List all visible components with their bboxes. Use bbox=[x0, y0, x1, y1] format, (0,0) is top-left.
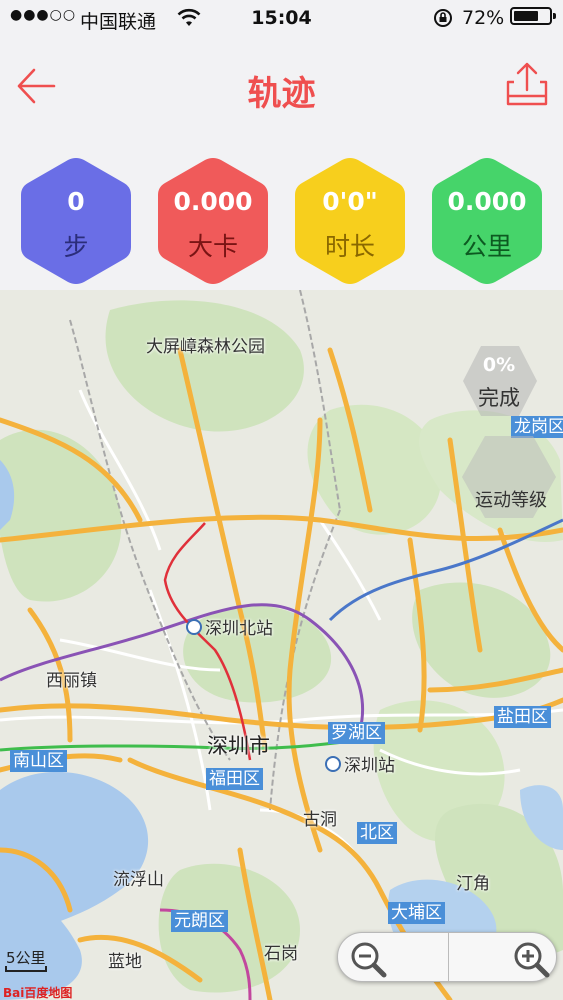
completion-indicator: 0% 完成 bbox=[461, 344, 541, 418]
map-label-shigang: 石岗 bbox=[264, 944, 298, 964]
map-label-gudong: 古洞 bbox=[303, 810, 337, 830]
map-provider-logo: Bai百度地图 bbox=[3, 986, 73, 1000]
map-label-yuanlang: 元朗区 bbox=[171, 910, 228, 932]
map-label-liufushan: 流浮山 bbox=[113, 870, 164, 890]
map-label-shenzhen-station: 深圳站 bbox=[325, 751, 395, 776]
page-title: 轨迹 bbox=[247, 74, 316, 114]
map-label-shenzhen-north: 深圳北站 bbox=[186, 614, 273, 639]
map-label-shenzhen-city: 深圳市 bbox=[207, 734, 270, 758]
calories-value: 0.000 bbox=[173, 187, 253, 216]
status-bar: ●●●○○ 中国联通 15:04 72% bbox=[0, 0, 563, 38]
screen: ●●●○○ 中国联通 15:04 72% 轨迹 0 步 0.000 大卡 0'0… bbox=[0, 0, 563, 1000]
steps-stat: 0 步 bbox=[20, 157, 132, 285]
steps-value: 0 bbox=[67, 187, 85, 216]
map-label-landi: 蓝地 bbox=[108, 952, 142, 972]
zoom-out-button[interactable] bbox=[338, 933, 448, 981]
map-label-tingjiao: 汀角 bbox=[456, 874, 490, 894]
duration-stat: 0'0" 时长 bbox=[294, 157, 406, 285]
map-label-dabu: 大埔区 bbox=[388, 902, 445, 924]
distance-value: 0.000 bbox=[447, 187, 527, 216]
zoom-in-button[interactable] bbox=[448, 933, 558, 981]
map-scale-bar bbox=[5, 966, 47, 972]
exercise-level-label: 运动等级 bbox=[475, 490, 547, 511]
completion-label: 完成 bbox=[478, 386, 520, 410]
back-button[interactable] bbox=[14, 64, 58, 108]
hexagon-icon bbox=[295, 158, 405, 284]
calories-stat: 0.000 大卡 bbox=[157, 157, 269, 285]
share-button[interactable] bbox=[502, 60, 552, 110]
steps-label: 步 bbox=[63, 232, 89, 261]
map-label-north-district: 北区 bbox=[357, 822, 397, 844]
map-label-xili: 西丽镇 bbox=[46, 671, 97, 691]
distance-label: 公里 bbox=[461, 232, 512, 261]
rotation-lock-icon bbox=[432, 7, 454, 34]
zoom-controls bbox=[337, 932, 557, 982]
battery-icon bbox=[510, 7, 556, 25]
map-label-park: 大屏嶂森林公园 bbox=[146, 337, 265, 357]
map-label-yantian: 盐田区 bbox=[494, 706, 551, 728]
hexagon-icon bbox=[158, 158, 268, 284]
duration-label: 时长 bbox=[324, 232, 375, 261]
hexagon-icon bbox=[21, 158, 131, 284]
completion-percent: 0% bbox=[482, 354, 516, 376]
nav-bar: 轨迹 bbox=[0, 38, 563, 138]
duration-value: 0'0" bbox=[322, 187, 378, 216]
zoom-in-icon bbox=[514, 942, 550, 978]
map-label-nanshan: 南山区 bbox=[10, 750, 67, 772]
hexagon-icon bbox=[432, 158, 542, 284]
battery-percent: 72% bbox=[462, 7, 505, 29]
share-icon bbox=[506, 62, 548, 106]
map-label-futian: 福田区 bbox=[206, 768, 263, 790]
map-scale-label: 5公里 bbox=[6, 949, 46, 967]
map-label-luohu: 罗湖区 bbox=[328, 722, 385, 744]
calories-label: 大卡 bbox=[187, 232, 238, 261]
back-arrow-icon bbox=[17, 68, 56, 104]
exercise-level-button[interactable]: 运动等级 bbox=[459, 432, 559, 522]
distance-stat: 0.000 公里 bbox=[431, 157, 543, 285]
zoom-out-icon bbox=[351, 942, 387, 978]
